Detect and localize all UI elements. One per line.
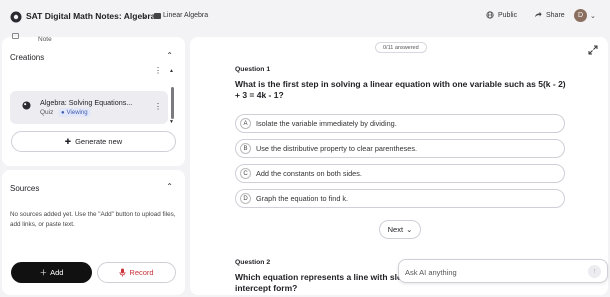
option-letter: A — [240, 118, 251, 129]
account-menu[interactable]: D ⌄ — [574, 9, 596, 22]
creation-type: Quiz — [40, 109, 54, 116]
sources-empty-text: No sources added yet. Use the "Add" butt… — [10, 211, 176, 228]
generate-label: Generate new — [75, 137, 123, 146]
notebook-title[interactable]: SAT Digital Math Notes: Algebra — [26, 11, 155, 21]
chevron-down-icon[interactable]: ⌄ — [141, 11, 148, 20]
option-text: Graph the equation to find k. — [256, 194, 349, 203]
answer-option-d[interactable]: D Graph the equation to find k. — [235, 189, 565, 208]
note-icon — [12, 33, 19, 39]
add-source-button[interactable]: ＋ Add — [11, 262, 92, 283]
ask-ai-input[interactable] — [405, 266, 585, 278]
option-text: Isolate the variable immediately by divi… — [256, 119, 397, 128]
record-label: Record — [129, 268, 154, 277]
option-text: Add the constants on both sides. — [256, 169, 362, 178]
option-text: Use the distributive property to clear p… — [256, 144, 418, 153]
viewing-badge: ● Viewing — [58, 108, 91, 117]
plus-icon: ＋ — [39, 268, 48, 277]
answer-option-a[interactable]: A Isolate the variable immediately by di… — [235, 114, 565, 133]
creation-type: Note — [38, 36, 52, 43]
quiz-icon — [22, 101, 31, 110]
scroll-up-arrow[interactable]: ▲ — [169, 68, 174, 74]
answer-option-c[interactable]: C Add the constants on both sides. — [235, 164, 565, 183]
question-text: What is the first step in solving a line… — [235, 79, 566, 100]
plus-icon: ✚ — [64, 137, 72, 146]
top-bar: SAT Digital Math Notes: Algebra ⌄ Linear… — [0, 0, 610, 34]
public-label: Public — [498, 11, 518, 19]
public-button[interactable]: Public — [486, 11, 517, 19]
share-label: Share — [546, 11, 565, 19]
creations-title: Creations — [10, 53, 45, 62]
eye-icon: ● — [61, 109, 65, 116]
progress-indicator: 0/11 answered — [375, 42, 427, 53]
creation-title: Algebra: Solving Equations... — [40, 98, 133, 107]
record-button[interactable]: Record — [97, 262, 176, 283]
question-label: Question 2 — [235, 259, 271, 266]
expand-icon[interactable] — [588, 45, 598, 55]
next-label: Next — [387, 225, 404, 234]
more-options-icon[interactable]: ⋮ — [154, 103, 162, 111]
folder-label[interactable]: Linear Algebra — [163, 12, 208, 19]
answer-option-b[interactable]: B Use the distributive property to clear… — [235, 139, 565, 158]
share-icon — [534, 11, 542, 18]
sources-title: Sources — [10, 184, 40, 193]
folder-icon — [154, 13, 161, 19]
viewing-label: Viewing — [66, 109, 88, 116]
globe-icon — [486, 11, 494, 19]
chevron-up-icon[interactable]: ⌃ — [166, 51, 173, 60]
option-letter: D — [240, 193, 251, 204]
scroll-down-arrow[interactable]: ▼ — [169, 119, 174, 125]
question-text: Which equation represents a line with sl… — [235, 272, 400, 282]
add-label: Add — [50, 268, 64, 277]
send-arrow-icon[interactable]: ↑ — [588, 265, 601, 278]
chevron-down-icon[interactable]: ⌄ — [590, 12, 596, 20]
question-label: Question 1 — [235, 66, 271, 73]
more-options-icon[interactable]: ⋮ — [154, 67, 162, 75]
microphone-icon — [120, 268, 126, 277]
chevron-up-icon[interactable]: ⌃ — [166, 182, 173, 191]
next-button[interactable]: Next ⌄ — [379, 220, 421, 239]
avatar[interactable]: D — [574, 9, 587, 22]
share-button[interactable]: Share — [534, 11, 565, 19]
chevron-down-icon: ⌄ — [406, 225, 413, 234]
option-letter: C — [240, 168, 251, 179]
ask-ai-box[interactable]: ↑ — [398, 259, 608, 283]
app-logo-icon — [10, 11, 22, 23]
option-letter: B — [240, 143, 251, 154]
question-text-continued: intercept form? — [235, 283, 298, 293]
scrollbar-thumb[interactable] — [171, 87, 174, 119]
generate-new-button[interactable]: ✚ Generate new — [11, 131, 176, 152]
